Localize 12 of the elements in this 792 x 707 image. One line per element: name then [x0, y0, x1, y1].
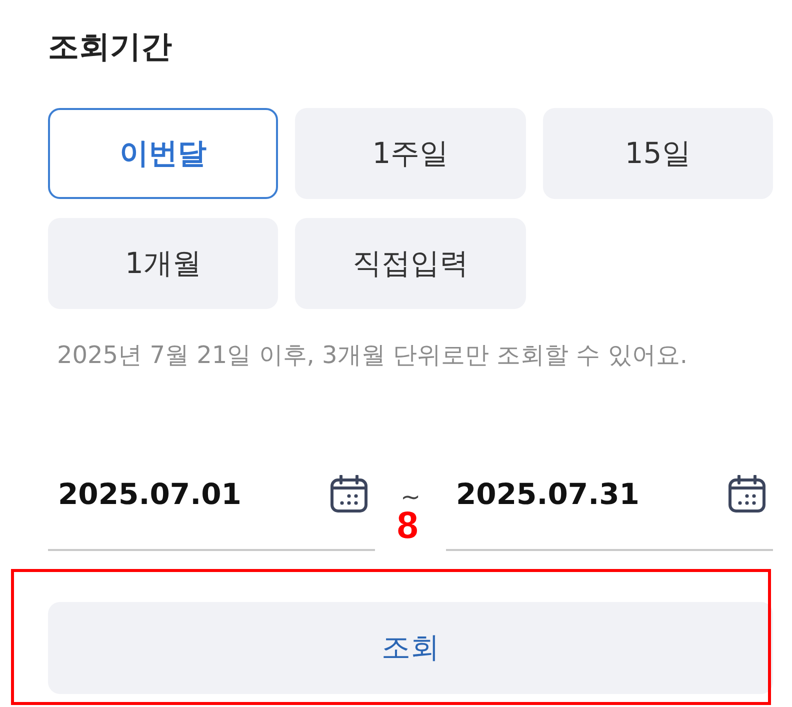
search-button[interactable]: 조회	[48, 602, 773, 694]
period-option-tab[interactable]: 15일	[542, 108, 773, 199]
date-field[interactable]: 2025.07.31	[446, 451, 773, 551]
section-title: 조회기간	[48, 28, 172, 67]
period-option-tab[interactable]: 직접입력	[295, 218, 526, 309]
calendar-icon[interactable]	[330, 475, 368, 513]
period-option-tab[interactable]: 이번달	[48, 108, 278, 199]
calendar-icon[interactable]	[728, 475, 766, 513]
date-field[interactable]: 2025.07.01	[48, 451, 375, 551]
period-option-tab[interactable]: 1개월	[48, 218, 278, 309]
period-option-tab[interactable]: 1주일	[295, 108, 526, 199]
notice-text: 2025년 7월 21일 이후, 3개월 단위로만 조회할 수 있어요.	[57, 340, 688, 371]
